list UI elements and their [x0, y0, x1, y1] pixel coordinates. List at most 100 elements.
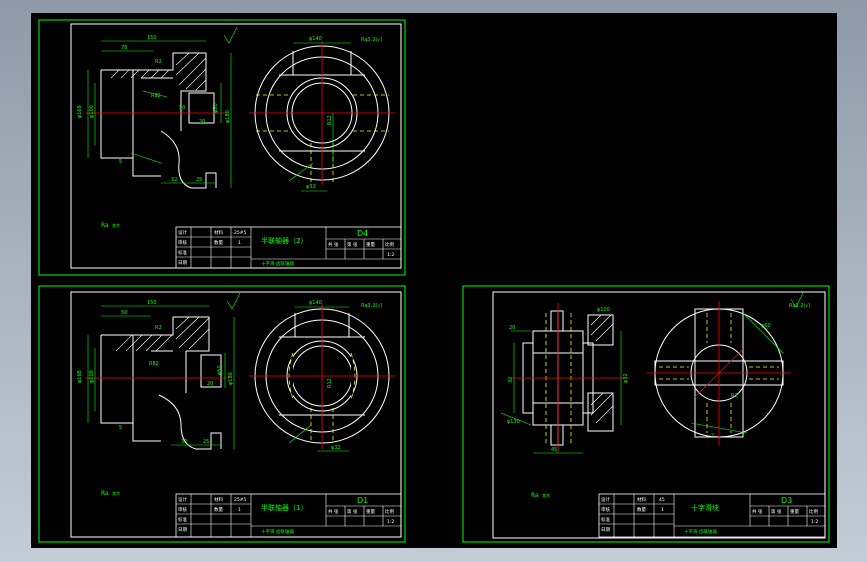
svg-text:32: 32 — [508, 377, 514, 383]
svg-text:共 张: 共 张 — [328, 508, 339, 515]
svg-text:材料: 材料 — [214, 496, 223, 503]
svg-text:设计: 设计 — [178, 496, 187, 503]
roughness-other: 其余 — [112, 490, 120, 496]
svg-text:R2: R2 — [731, 393, 738, 399]
svg-text:标准: 标准 — [178, 516, 187, 523]
svg-text:φ130: φ130 — [507, 419, 520, 425]
drawing-sheet-d4: 150 78 R2 R82 50 5 φ168 φ100 φ50 φ180 32… — [38, 19, 406, 276]
svg-text:R12: R12 — [327, 378, 333, 388]
svg-text:数量: 数量 — [214, 506, 223, 513]
svg-text:φ180: φ180 — [225, 110, 231, 123]
svg-text:比例: 比例 — [809, 508, 818, 515]
svg-text:1:2: 1:2 — [387, 519, 394, 525]
svg-text:审核: 审核 — [601, 506, 610, 513]
svg-text:50: 50 — [179, 105, 185, 111]
svg-text:5: 5 — [119, 159, 122, 165]
svg-text:重量: 重量 — [790, 508, 799, 515]
svg-text:25: 25 — [196, 177, 202, 183]
svg-text:共 张: 共 张 — [752, 508, 763, 515]
svg-text:审核: 审核 — [178, 506, 187, 513]
svg-text:45: 45 — [551, 447, 557, 453]
part-name: 半联轴器（1） — [261, 503, 307, 512]
drawing-code: D1 — [357, 496, 368, 505]
section-hatch — [115, 316, 210, 352]
svg-text:第 张: 第 张 — [347, 508, 358, 515]
slider-hatch — [590, 314, 614, 424]
title-block: 设计 审核 标准 日期 材料 数量 25#5 1 共 张 第 张 重量 比例 1… — [175, 226, 402, 269]
svg-text:数量: 数量 — [637, 506, 646, 513]
drawing-sheet-d3: 20 32 45 φ32 φ130 φ60 R2 φ100 2 Ra3.2(√)… — [462, 285, 830, 543]
svg-text:5: 5 — [119, 425, 122, 431]
footer-text: 十字滑 齿联轴器 — [684, 528, 717, 535]
svg-text:审核: 审核 — [178, 239, 187, 246]
svg-text:重量: 重量 — [366, 241, 375, 248]
svg-text:设计: 设计 — [178, 229, 187, 236]
part-name: 半联轴器（2） — [261, 236, 307, 245]
svg-text:φ168: φ168 — [77, 370, 83, 383]
svg-text:45: 45 — [659, 497, 665, 503]
svg-text:φ50: φ50 — [217, 365, 223, 375]
svg-text:φ60: φ60 — [761, 323, 771, 329]
svg-text:R82: R82 — [149, 361, 159, 367]
svg-text:标准: 标准 — [601, 516, 610, 523]
svg-text:φ100: φ100 — [89, 105, 95, 118]
svg-text:25: 25 — [203, 439, 209, 445]
drawing-sheet-d1: 150 50 R2 R82 5 φ168 φ100 φ50 φ180 32 25… — [38, 285, 406, 543]
svg-text:50: 50 — [121, 310, 127, 316]
svg-text:日期: 日期 — [178, 260, 187, 266]
svg-text:R2: R2 — [155, 325, 162, 331]
svg-text:比例: 比例 — [385, 508, 394, 515]
slider-dims — [500, 290, 805, 454]
svg-text:32: 32 — [181, 439, 187, 445]
roughness-other: 其余 — [112, 222, 120, 228]
svg-text:比例: 比例 — [385, 241, 394, 248]
svg-text:1: 1 — [238, 240, 241, 246]
svg-text:日期: 日期 — [601, 527, 610, 533]
cad-canvas[interactable]: 150 78 R2 R82 50 5 φ168 φ100 φ50 φ180 32… — [31, 13, 837, 548]
svg-text:20: 20 — [199, 119, 205, 125]
hidden-lines — [256, 94, 389, 183]
dimension-text: 150 50 R2 R82 5 φ168 φ100 φ50 φ180 32 25… — [77, 300, 383, 451]
part-name: 十字滑块 — [691, 503, 719, 512]
svg-text:标准: 标准 — [178, 249, 187, 256]
svg-text:φ32: φ32 — [623, 373, 629, 383]
svg-text:R2: R2 — [155, 59, 162, 65]
svg-text:25#5: 25#5 — [234, 230, 246, 236]
svg-text:重量: 重量 — [366, 508, 375, 515]
footer-text: 十字滑 齿联轴器 — [261, 260, 294, 267]
svg-text:φ168: φ168 — [77, 105, 83, 118]
svg-text:φ32: φ32 — [306, 184, 316, 190]
svg-text:1:2: 1:2 — [811, 519, 818, 525]
svg-text:φ50: φ50 — [213, 103, 219, 113]
footer-text: 十字滑 齿联轴器 — [261, 528, 294, 535]
svg-text:Ra3.2(√): Ra3.2(√) — [789, 303, 811, 309]
svg-text:Ra3.2(√): Ra3.2(√) — [361, 303, 383, 309]
roughness-other: 其余 — [542, 492, 550, 498]
svg-text:日期: 日期 — [178, 527, 187, 533]
svg-text:φ140: φ140 — [309, 36, 322, 42]
svg-text:32: 32 — [171, 177, 177, 183]
svg-text:共 张: 共 张 — [328, 241, 339, 248]
svg-text:2: 2 — [711, 433, 714, 439]
svg-text:φ180: φ180 — [228, 372, 234, 385]
cad-drawing-viewport[interactable]: 150 78 R2 R82 50 5 φ168 φ100 φ50 φ180 32… — [31, 13, 837, 548]
svg-text:φ100: φ100 — [597, 307, 610, 313]
svg-text:Ra3.2(√): Ra3.2(√) — [361, 37, 383, 43]
svg-text:R82: R82 — [151, 93, 161, 99]
svg-text:设计: 设计 — [601, 496, 610, 503]
sheet-frame — [38, 285, 406, 543]
svg-text:第 张: 第 张 — [347, 241, 358, 248]
end-view-center-lines — [249, 41, 395, 185]
svg-text:R12: R12 — [327, 115, 333, 125]
drawing-code: D4 — [357, 229, 368, 238]
svg-text:φ32: φ32 — [331, 445, 341, 451]
roughness-note: Ra — [101, 490, 109, 497]
svg-text:1: 1 — [238, 507, 241, 513]
svg-text:25#5: 25#5 — [234, 497, 246, 503]
svg-text:20: 20 — [207, 381, 213, 387]
roughness-note: Ra — [101, 222, 109, 229]
svg-text:第 张: 第 张 — [771, 508, 782, 515]
title-block: 设计 审核 标准 日期 材料 数量 45 1 共 张 第 张 重量 比例 1:2… — [598, 493, 826, 538]
svg-text:材料: 材料 — [637, 496, 646, 503]
svg-text:1: 1 — [661, 507, 664, 513]
